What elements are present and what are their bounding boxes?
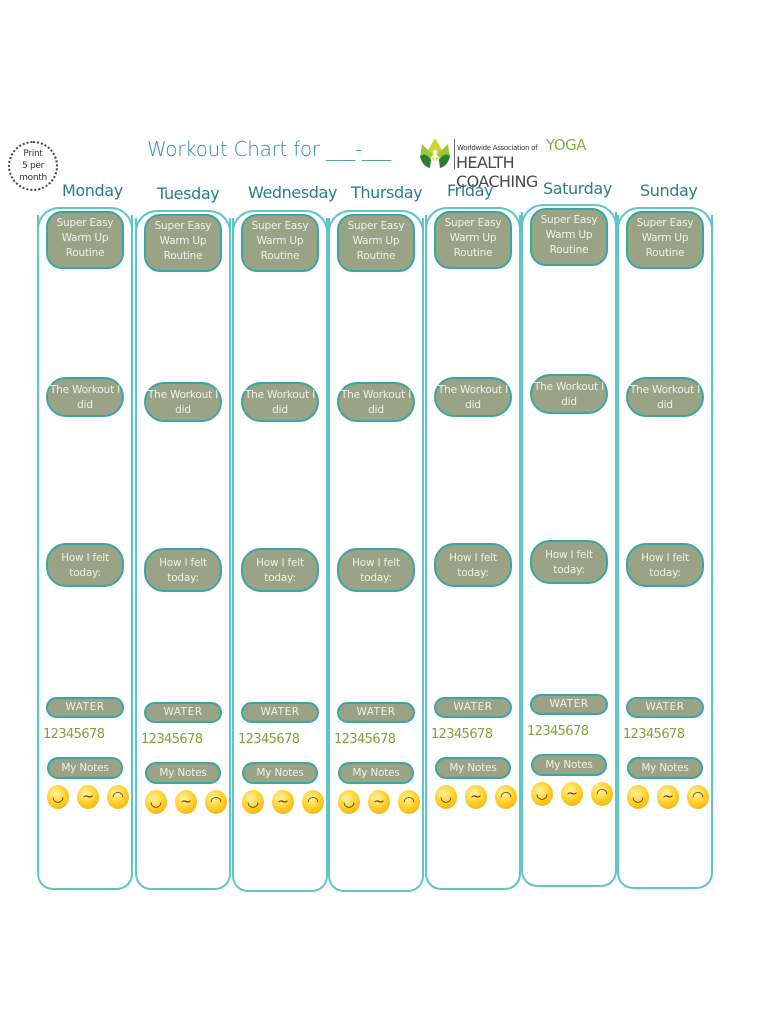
day-column-monday: Super Easy Warm Up Routine The Workout I … xyxy=(37,207,133,890)
mood-faces: ◡ ~ ◠ xyxy=(338,790,420,814)
happy-face-icon[interactable]: ◡ xyxy=(531,782,553,806)
water-count[interactable]: 12345678 xyxy=(238,732,300,747)
day-label-sunday: Sunday xyxy=(640,181,698,200)
day-column-sunday: Super Easy Warm Up Routine The Workout I … xyxy=(617,207,713,889)
day-column-friday: Super Easy Warm Up Routine The Workout I … xyxy=(425,207,521,890)
neutral-face-icon[interactable]: ~ xyxy=(272,790,294,814)
print-badge-line: 5 per xyxy=(21,161,45,171)
happy-face-icon[interactable]: ◡ xyxy=(145,790,167,814)
water-section[interactable]: WATER xyxy=(144,702,222,723)
water-section[interactable]: WATER xyxy=(241,702,319,723)
warm-up-section[interactable]: Super Easy Warm Up Routine xyxy=(530,208,608,266)
print-badge-line: month xyxy=(19,173,47,183)
page-title: Workout Chart for ___-___ xyxy=(147,137,391,161)
warm-up-section[interactable]: Super Easy Warm Up Routine xyxy=(337,214,415,272)
mood-faces: ◡ ~ ◠ xyxy=(627,785,709,809)
my-notes-section[interactable]: My Notes xyxy=(531,754,607,776)
day-label-monday: Monday xyxy=(62,181,123,200)
workout-section[interactable]: The Workout I did xyxy=(434,377,512,417)
warm-up-section[interactable]: Super Easy Warm Up Routine xyxy=(241,214,319,272)
how-i-felt-section[interactable]: How I felt today: xyxy=(241,548,319,592)
mood-faces: ◡ ~ ◠ xyxy=(242,790,324,814)
sad-face-icon[interactable]: ◠ xyxy=(107,785,129,809)
happy-face-icon[interactable]: ◡ xyxy=(242,790,264,814)
water-count[interactable]: 12345678 xyxy=(623,727,685,742)
happy-face-icon[interactable]: ◡ xyxy=(435,785,457,809)
workout-section[interactable]: The Workout I did xyxy=(337,382,415,422)
neutral-face-icon[interactable]: ~ xyxy=(77,785,99,809)
how-i-felt-section[interactable]: How I felt today: xyxy=(337,548,415,592)
my-notes-section[interactable]: My Notes xyxy=(435,757,511,779)
warm-up-section[interactable]: Super Easy Warm Up Routine xyxy=(434,211,512,269)
neutral-face-icon[interactable]: ~ xyxy=(561,782,583,806)
sad-face-icon[interactable]: ◠ xyxy=(591,782,613,806)
water-section[interactable]: WATER xyxy=(530,694,608,715)
how-i-felt-section[interactable]: How I felt today: xyxy=(46,543,124,587)
day-column-thursday: Super Easy Warm Up Routine The Workout I … xyxy=(328,210,424,892)
logo-divider xyxy=(454,139,455,169)
day-column-wednesday: Super Easy Warm Up Routine The Workout I … xyxy=(232,210,328,892)
happy-face-icon[interactable]: ◡ xyxy=(627,785,649,809)
workout-section[interactable]: The Workout I did xyxy=(46,377,124,417)
day-label-tuesday: Tuesday xyxy=(157,184,220,203)
day-label-thursday: Thursday xyxy=(351,183,423,202)
water-count[interactable]: 12345678 xyxy=(431,727,493,742)
how-i-felt-section[interactable]: How I felt today: xyxy=(626,543,704,587)
day-label-friday: Friday xyxy=(447,181,494,200)
day-label-wednesday: Wednesday xyxy=(248,183,338,202)
sad-face-icon[interactable]: ◠ xyxy=(495,785,517,809)
sad-face-icon[interactable]: ◠ xyxy=(302,790,324,814)
how-i-felt-section[interactable]: How I felt today: xyxy=(530,540,608,584)
day-column-tuesday: Super Easy Warm Up Routine The Workout I … xyxy=(135,210,231,890)
neutral-face-icon[interactable]: ~ xyxy=(657,785,679,809)
sad-face-icon[interactable]: ◠ xyxy=(687,785,709,809)
water-section[interactable]: WATER xyxy=(337,702,415,723)
print-badge: Print 5 per month xyxy=(8,141,58,191)
happy-face-icon[interactable]: ◡ xyxy=(47,785,69,809)
logo-small-text: Worldwide Association of xyxy=(457,144,538,152)
logo: Worldwide Association of YOGA HEALTH COA… xyxy=(418,136,598,191)
neutral-face-icon[interactable]: ~ xyxy=(175,790,197,814)
mood-faces: ◡ ~ ◠ xyxy=(531,782,613,806)
my-notes-section[interactable]: My Notes xyxy=(145,762,221,784)
my-notes-section[interactable]: My Notes xyxy=(242,762,318,784)
water-count[interactable]: 12345678 xyxy=(141,732,203,747)
warm-up-section[interactable]: Super Easy Warm Up Routine xyxy=(144,214,222,272)
my-notes-section[interactable]: My Notes xyxy=(338,762,414,784)
day-column-saturday: Super Easy Warm Up Routine The Workout I … xyxy=(521,204,617,887)
neutral-face-icon[interactable]: ~ xyxy=(368,790,390,814)
water-count[interactable]: 12345678 xyxy=(334,732,396,747)
happy-face-icon[interactable]: ◡ xyxy=(338,790,360,814)
mood-faces: ◡ ~ ◠ xyxy=(435,785,517,809)
mood-faces: ◡ ~ ◠ xyxy=(145,790,227,814)
neutral-face-icon[interactable]: ~ xyxy=(465,785,487,809)
workout-section[interactable]: The Workout I did xyxy=(530,374,608,414)
workout-section[interactable]: The Workout I did xyxy=(626,377,704,417)
mood-faces: ◡ ~ ◠ xyxy=(47,785,129,809)
day-label-saturday: Saturday xyxy=(543,179,612,198)
water-section[interactable]: WATER xyxy=(626,697,704,718)
warm-up-section[interactable]: Super Easy Warm Up Routine xyxy=(626,211,704,269)
sad-face-icon[interactable]: ◠ xyxy=(205,790,227,814)
water-count[interactable]: 12345678 xyxy=(43,727,105,742)
logo-yoga-text: YOGA xyxy=(546,136,587,154)
workout-section[interactable]: The Workout I did xyxy=(241,382,319,422)
print-badge-line: Print xyxy=(23,149,43,159)
my-notes-section[interactable]: My Notes xyxy=(627,757,703,779)
how-i-felt-section[interactable]: How I felt today: xyxy=(144,548,222,592)
my-notes-section[interactable]: My Notes xyxy=(47,757,123,779)
lotus-logo-icon xyxy=(420,138,450,168)
water-section[interactable]: WATER xyxy=(434,697,512,718)
sad-face-icon[interactable]: ◠ xyxy=(398,790,420,814)
water-count[interactable]: 12345678 xyxy=(527,724,589,739)
workout-section[interactable]: The Workout I did xyxy=(144,382,222,422)
warm-up-section[interactable]: Super Easy Warm Up Routine xyxy=(46,211,124,269)
water-section[interactable]: WATER xyxy=(46,697,124,718)
how-i-felt-section[interactable]: How I felt today: xyxy=(434,543,512,587)
